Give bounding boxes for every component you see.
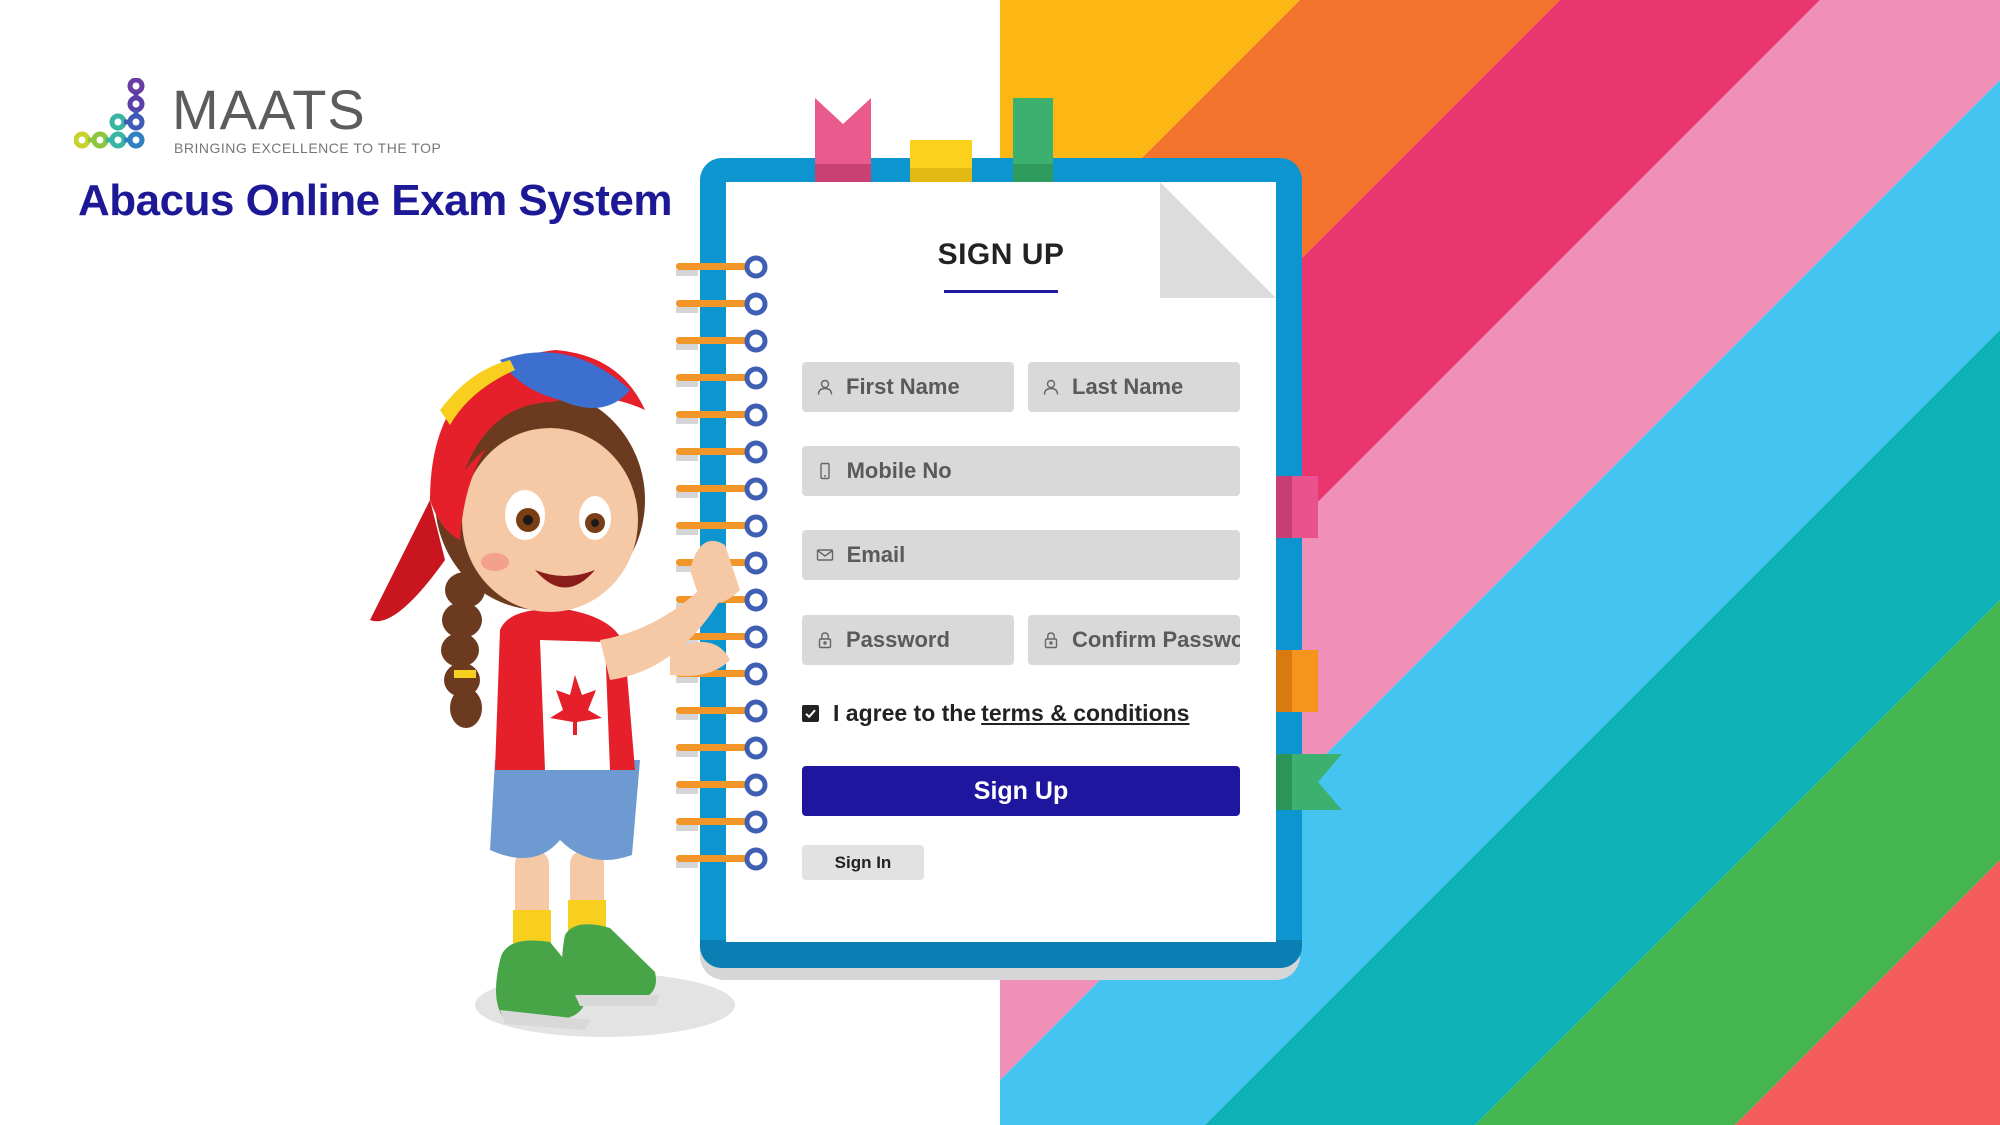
user-icon — [816, 377, 834, 397]
terms-text: I agree to the — [833, 700, 977, 726]
sign-in-button[interactable]: Sign In — [802, 845, 924, 880]
confirm-password-field[interactable] — [1028, 615, 1240, 665]
last-name-field[interactable] — [1028, 362, 1240, 412]
password-field[interactable] — [802, 615, 1014, 665]
logo-name: MAATS — [172, 78, 366, 141]
mobile-icon — [816, 461, 835, 481]
girl-illustration — [370, 330, 770, 1050]
logo-tagline: BRINGING EXCELLENCE TO THE TOP — [174, 140, 442, 156]
sign-up-button[interactable]: Sign Up — [802, 766, 1240, 816]
envelope-icon — [816, 545, 835, 565]
check-icon — [805, 709, 816, 719]
password-input[interactable] — [846, 627, 1014, 653]
first-name-field[interactable] — [802, 362, 1014, 412]
mobile-input[interactable] — [846, 458, 1240, 484]
maats-logo: MAATS BRINGING EXCELLENCE TO THE TOP — [74, 78, 441, 158]
first-name-input[interactable] — [846, 374, 1014, 400]
binding-ring — [676, 255, 768, 279]
user-icon — [1042, 377, 1060, 397]
confirm-password-input[interactable] — [1072, 627, 1240, 653]
binding-ring — [676, 292, 768, 316]
mobile-field[interactable] — [802, 446, 1240, 496]
terms-agreement: I agree to the terms & conditions — [802, 700, 1189, 727]
molecule-logo-icon — [74, 78, 145, 149]
terms-checkbox[interactable] — [802, 705, 819, 722]
page-title: Abacus Online Exam System — [78, 176, 672, 225]
email-input[interactable] — [846, 542, 1240, 568]
notebook-cover-edge — [700, 940, 1302, 968]
lock-icon — [1042, 630, 1060, 650]
form-title-underline — [944, 290, 1058, 293]
last-name-input[interactable] — [1072, 374, 1240, 400]
form-title: SIGN UP — [937, 238, 1065, 271]
terms-link[interactable]: terms & conditions — [981, 700, 1189, 727]
email-field[interactable] — [802, 530, 1240, 580]
lock-icon — [816, 630, 834, 650]
